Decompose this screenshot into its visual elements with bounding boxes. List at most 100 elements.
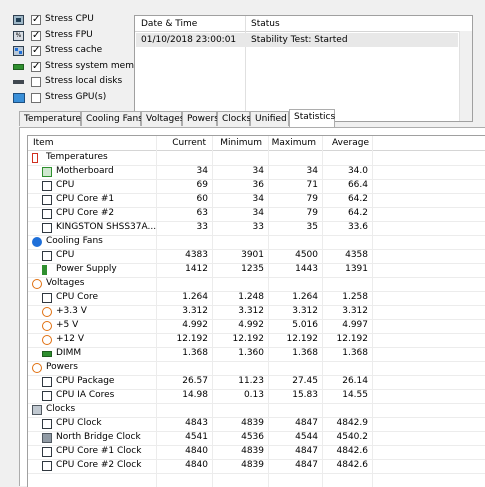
header-maximum[interactable]: Maximum xyxy=(266,138,316,148)
current-value: 3.312 xyxy=(182,306,208,316)
current-value: 63 xyxy=(196,208,208,218)
table-row[interactable]: CPU 69 36 71 66.4 xyxy=(28,179,485,194)
group-row[interactable]: Temperatures xyxy=(28,151,485,166)
stress-option-label: Stress CPU xyxy=(45,14,94,24)
average-value: 4358 xyxy=(345,250,368,260)
table-row[interactable]: Power Supply 1412 1235 1443 1391 xyxy=(28,263,485,278)
table-row[interactable]: CPU Core 1.264 1.248 1.264 1.258 xyxy=(28,291,485,306)
header-minimum[interactable]: Minimum xyxy=(210,138,262,148)
minimum-value: 11.23 xyxy=(238,376,264,386)
table-row[interactable]: North Bridge Clock 4541 4536 4544 4540.2 xyxy=(28,431,485,446)
table-row[interactable]: CPU IA Cores 14.98 0.13 15.83 14.55 xyxy=(28,389,485,404)
stress-gpu-checkbox[interactable] xyxy=(31,92,41,103)
tab-clocks[interactable]: Clocks xyxy=(217,111,251,126)
minimum-value: 0.13 xyxy=(243,390,264,400)
stress-cpu-checkbox[interactable] xyxy=(31,14,41,26)
tab-cooling-fans[interactable]: Cooling Fans xyxy=(81,111,143,126)
log-scrollbar[interactable] xyxy=(459,31,472,121)
table-row[interactable]: Motherboard 34 34 34 34.0 xyxy=(28,165,485,180)
stress-fpu-checkbox[interactable] xyxy=(31,30,41,42)
stress-cache-checkbox[interactable] xyxy=(31,45,41,57)
stress-option-disks[interactable]: Stress local disks xyxy=(0,74,132,90)
sensor-name: KINGSTON SHSS37A... xyxy=(56,222,157,232)
motherboard-icon xyxy=(42,167,52,177)
log-header: Date & Time Status xyxy=(135,16,472,32)
table-row[interactable]: +3.3 V 3.312 3.312 3.312 3.312 xyxy=(28,305,485,320)
stress-option-gpu[interactable]: Stress GPU(s) xyxy=(0,90,132,106)
group-row[interactable]: Voltages xyxy=(28,277,485,292)
sensor-name: Motherboard xyxy=(56,166,114,176)
average-value: 14.55 xyxy=(342,390,368,400)
cpu-core-icon xyxy=(42,461,52,471)
stress-option-label: Stress GPU(s) xyxy=(45,91,107,102)
tab-powers[interactable]: Powers xyxy=(182,111,219,126)
maximum-value: 4847 xyxy=(295,460,318,470)
minimum-value: 34 xyxy=(252,194,264,204)
log-row[interactable]: 01/10/2018 23:00:01 Stability Test: Star… xyxy=(136,33,458,47)
sensor-name: CPU Package xyxy=(56,376,115,386)
header-current[interactable]: Current xyxy=(152,138,206,148)
table-row[interactable]: CPU 4383 3901 4500 4358 xyxy=(28,249,485,264)
stress-disks-checkbox[interactable] xyxy=(31,77,41,87)
group-label: Temperatures xyxy=(46,152,108,162)
current-value: 33 xyxy=(196,222,208,232)
maximum-value: 1.368 xyxy=(292,348,318,358)
current-value: 1.264 xyxy=(182,292,208,302)
average-value: 26.14 xyxy=(342,376,368,386)
tab-unified[interactable]: Unified xyxy=(250,111,289,126)
maximum-value: 4500 xyxy=(295,250,318,260)
stress-option-memory[interactable]: Stress system memory xyxy=(0,59,149,75)
cpu-chip-icon xyxy=(13,15,24,25)
tab-voltages[interactable]: Voltages xyxy=(141,111,184,126)
group-row[interactable]: Clocks xyxy=(28,403,485,418)
sensor-name: DIMM xyxy=(56,348,82,358)
stress-option-label: Stress FPU xyxy=(45,29,93,40)
table-row[interactable]: CPU Core #1 60 34 79 64.2 xyxy=(28,193,485,208)
header-average[interactable]: Average xyxy=(320,138,369,148)
header-item[interactable]: Item xyxy=(33,138,54,148)
group-row[interactable]: Powers xyxy=(28,361,485,376)
clock-icon xyxy=(32,405,42,415)
table-row[interactable]: +5 V 4.992 4.992 5.016 4.997 xyxy=(28,319,485,334)
group-row[interactable]: Cooling Fans xyxy=(28,235,485,250)
log-header-status[interactable]: Status xyxy=(251,19,280,29)
current-value: 14.98 xyxy=(182,390,208,400)
cpu-icon xyxy=(42,377,52,387)
table-row[interactable]: CPU Package 26.57 11.23 27.45 26.14 xyxy=(28,375,485,390)
average-value: 34.0 xyxy=(347,166,368,176)
cpu-core-icon xyxy=(42,195,52,205)
stress-option-label: Stress system memory xyxy=(45,60,149,71)
table-row[interactable]: KINGSTON SHSS37A... 33 33 35 33.6 xyxy=(28,221,485,236)
table-row[interactable]: CPU Clock 4843 4839 4847 4842.9 xyxy=(28,417,485,432)
minimum-value: 4536 xyxy=(241,432,264,442)
average-value: 64.2 xyxy=(347,194,368,204)
table-row[interactable]: CPU Core #2 Clock 4840 4839 4847 4842.6 xyxy=(28,459,485,474)
table-row[interactable]: CPU Core #1 Clock 4840 4839 4847 4842.6 xyxy=(28,445,485,460)
stress-option-cpu[interactable]: Stress CPU xyxy=(0,12,132,28)
average-value: 4842.6 xyxy=(336,446,369,456)
stress-option-label: Stress local disks xyxy=(45,76,123,86)
table-row[interactable]: DIMM 1.368 1.360 1.368 1.368 xyxy=(28,347,485,362)
cpu-icon xyxy=(42,391,52,401)
stress-option-cache[interactable]: Stress cache xyxy=(0,43,132,59)
statistics-table[interactable]: Item Current Minimum Maximum Average Tem… xyxy=(27,135,485,487)
minimum-value: 33 xyxy=(252,222,264,232)
stress-option-fpu[interactable]: % Stress FPU xyxy=(0,28,132,44)
cpu-core-icon xyxy=(42,447,52,457)
minimum-value: 36 xyxy=(252,180,264,190)
table-row[interactable]: CPU Core #2 63 34 79 64.2 xyxy=(28,207,485,222)
maximum-value: 35 xyxy=(306,222,318,232)
current-value: 12.192 xyxy=(176,334,209,344)
average-value: 1391 xyxy=(345,264,368,274)
log-header-date[interactable]: Date & Time xyxy=(141,19,197,29)
status-log[interactable]: Date & Time Status 01/10/2018 23:00:01 S… xyxy=(134,15,473,122)
average-value: 33.6 xyxy=(347,222,368,232)
voltage-icon xyxy=(32,279,42,289)
sensor-name: +5 V xyxy=(56,320,79,330)
tab-statistics[interactable]: Statistics xyxy=(289,109,335,127)
table-row[interactable]: +12 V 12.192 12.192 12.192 12.192 xyxy=(28,333,485,348)
tab-temperatures[interactable]: Temperatures xyxy=(19,111,86,126)
power-supply-icon xyxy=(42,265,47,275)
log-column-divider xyxy=(245,16,246,121)
stress-memory-checkbox[interactable] xyxy=(31,61,41,73)
